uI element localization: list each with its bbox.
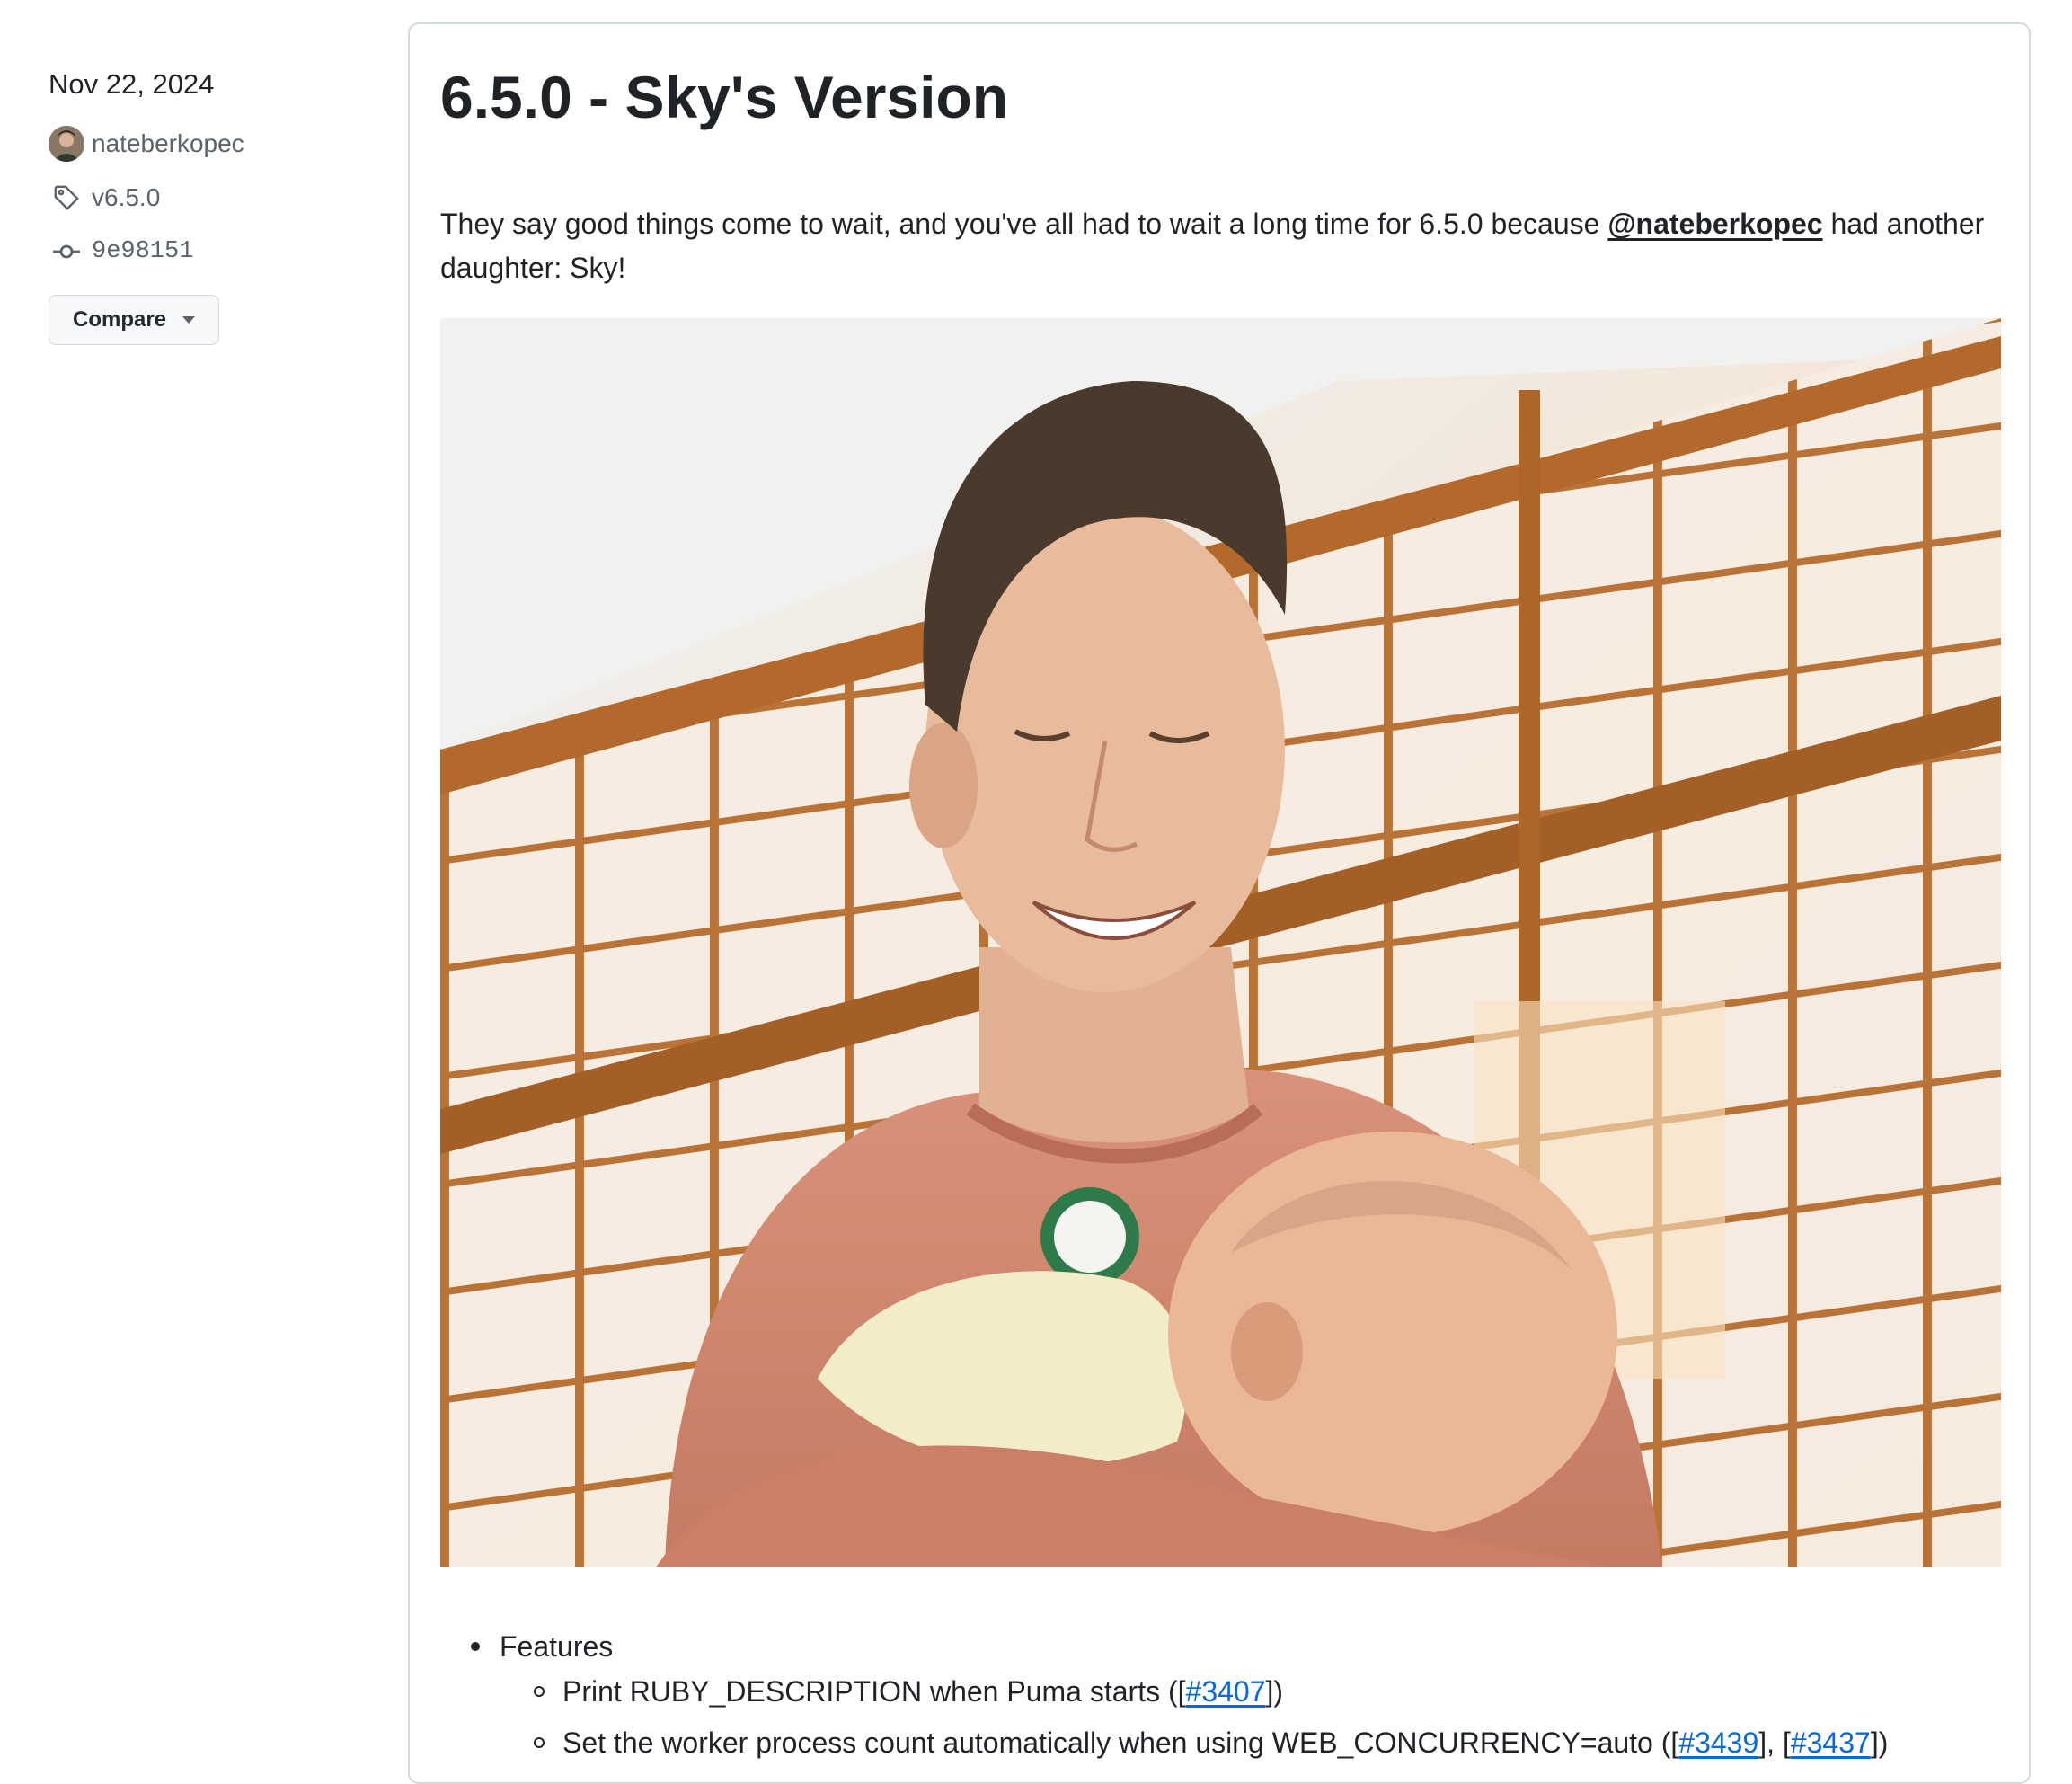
tag-icon xyxy=(49,180,84,216)
pr-link[interactable]: #3407 xyxy=(1186,1675,1266,1709)
bullet-icon xyxy=(534,1737,545,1748)
feature-text: Print RUBY_DESCRIPTION when Puma starts … xyxy=(562,1674,1178,1708)
compare-label: Compare xyxy=(73,307,167,332)
bullet-icon xyxy=(534,1686,545,1697)
user-mention-link[interactable]: @nateberkopec xyxy=(1607,208,1822,240)
author-name[interactable]: nateberkopec xyxy=(92,129,244,158)
intro-text-before: They say good things come to wait, and y… xyxy=(440,208,1608,240)
release-photo[interactable] xyxy=(440,318,2001,1567)
list-item: Set the worker process count automatical… xyxy=(440,1720,2001,1765)
feature-text: Set the worker process count automatical… xyxy=(562,1726,1671,1759)
release-sidebar: Nov 22, 2024 nateberkopec v6.5.0 9e98151… xyxy=(49,67,372,345)
features-heading: Features xyxy=(500,1629,614,1663)
compare-button[interactable]: Compare xyxy=(49,295,220,345)
feature-suffix: ) xyxy=(1273,1674,1284,1708)
release-intro: They say good things come to wait, and y… xyxy=(440,202,2001,290)
tag-name[interactable]: v6.5.0 xyxy=(92,183,160,212)
bullet-icon xyxy=(471,1642,480,1651)
release-card: 6.5.0 - Sky's Version They say good thin… xyxy=(408,22,2031,1784)
release-title[interactable]: 6.5.0 - Sky's Version xyxy=(440,64,1008,132)
avatar[interactable] xyxy=(49,126,84,162)
author-row[interactable]: nateberkopec xyxy=(49,126,372,162)
list-item-features: Features xyxy=(440,1624,2001,1669)
chevron-down-icon xyxy=(182,316,196,324)
commit-sha[interactable]: 9e98151 xyxy=(92,238,193,265)
tag-row[interactable]: v6.5.0 xyxy=(49,180,372,216)
list-item: Print RUBY_DESCRIPTION when Puma starts … xyxy=(440,1669,2001,1714)
pr-link[interactable]: #3437 xyxy=(1791,1726,1871,1760)
release-notes-list: Features Print RUBY_DESCRIPTION when Pum… xyxy=(440,1624,2001,1771)
feature-suffix: ) xyxy=(1878,1726,1889,1759)
commit-row[interactable]: 9e98151 xyxy=(49,234,372,270)
release-date: Nov 22, 2024 xyxy=(49,68,215,100)
pr-link[interactable]: #3439 xyxy=(1678,1726,1758,1760)
commit-icon xyxy=(49,234,84,270)
